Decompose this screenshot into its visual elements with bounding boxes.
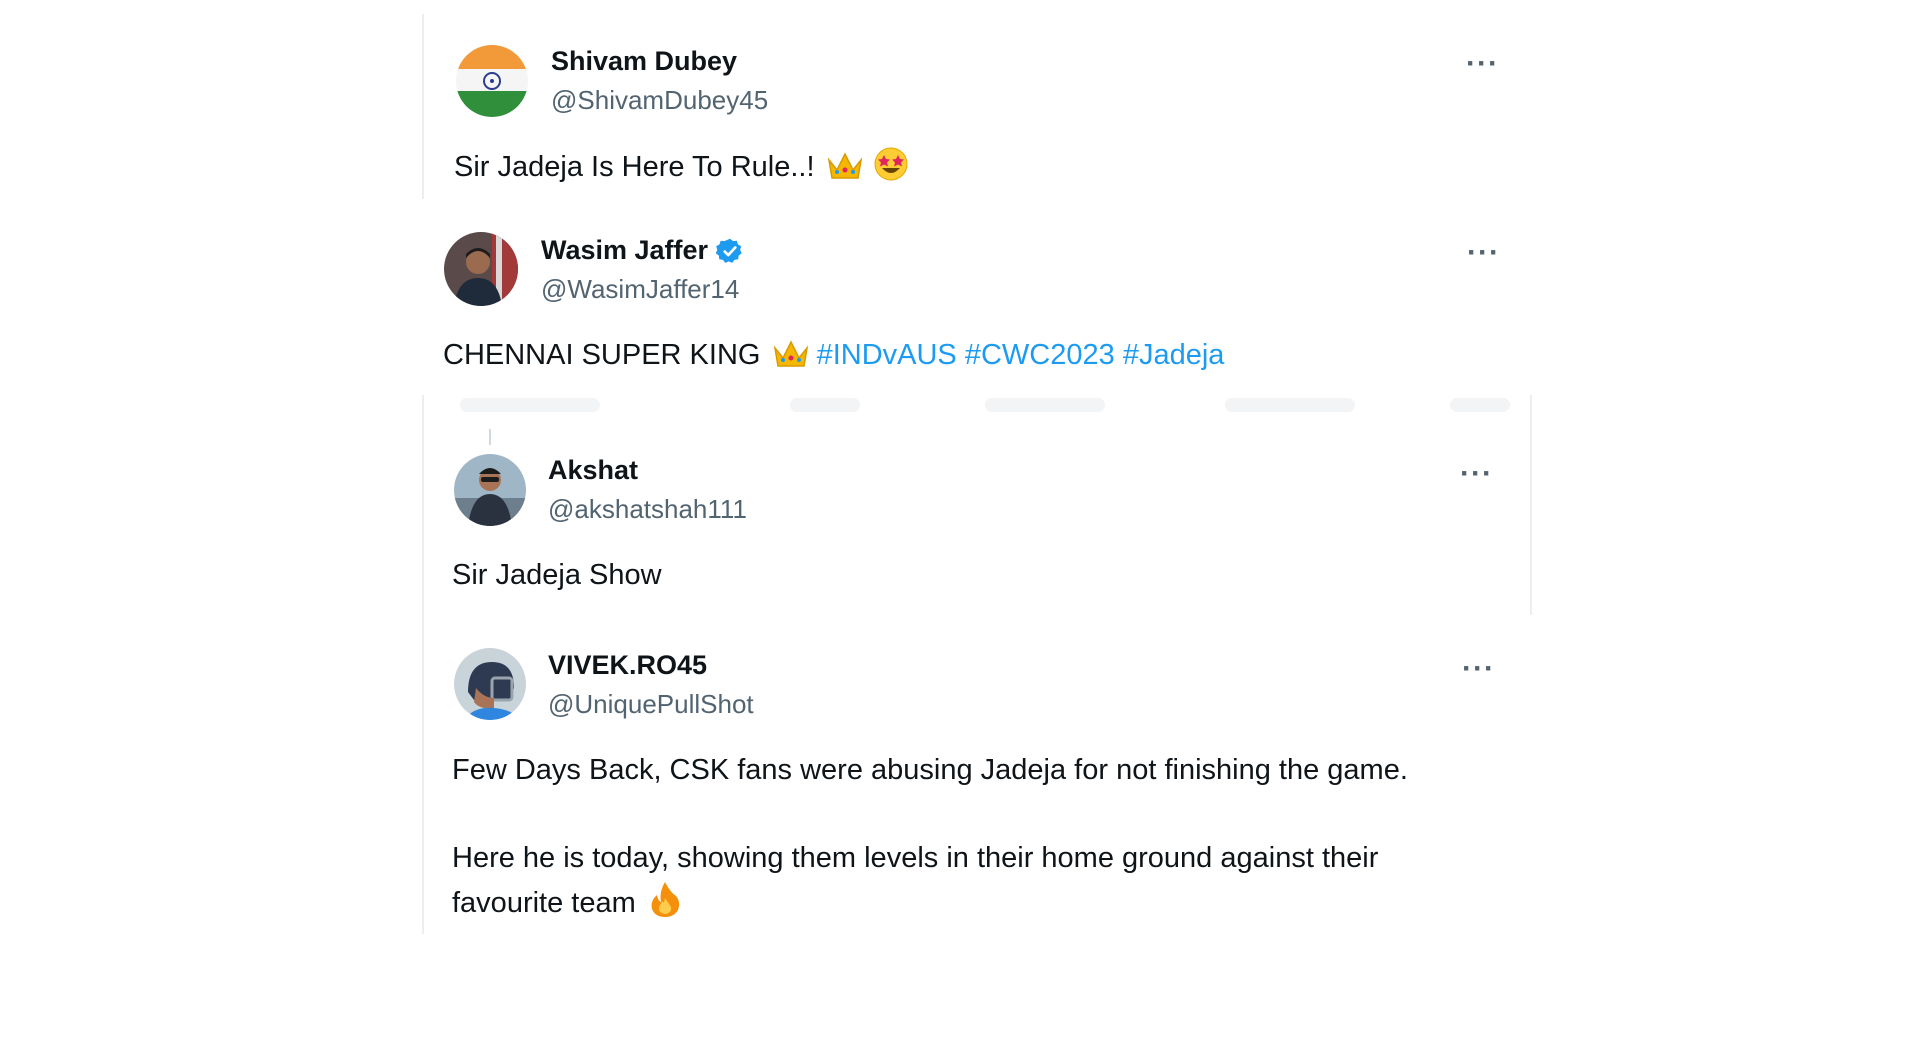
faded-preview-line [985,398,1105,412]
more-options-icon[interactable]: ··· [1466,49,1499,79]
display-name[interactable]: VIVEK.RO45 [548,650,707,681]
tweet-text: Sir Jadeja Is Here To Rule..! [454,146,909,195]
more-options-icon[interactable]: ··· [1467,238,1500,268]
tweet-text-line-2: Here he is today, showing them levels in… [452,842,1379,874]
user-handle[interactable]: @UniquePullShot [548,689,754,720]
tweet-text: CHENNAI SUPER KING #INDvAUS #CWC2023 #Ja… [443,334,1224,383]
thread-line-top [422,14,424,199]
user-handle[interactable]: @WasimJaffer14 [541,274,739,305]
avatar-akshat[interactable] [454,454,526,526]
display-name[interactable]: Akshat [548,455,638,486]
avatar-wasim-jaffer[interactable] [444,232,518,306]
verified-badge-icon [716,237,744,265]
hashtag-link[interactable]: #CWC2023 [965,339,1115,371]
faded-preview-line [790,398,860,412]
star-struck-emoji [873,146,909,195]
thread-line-bottom [422,612,424,934]
faded-preview-line [1450,398,1510,412]
faded-preview-line [1225,398,1355,412]
fire-emoji [648,880,682,931]
user-handle[interactable]: @ShivamDubey45 [551,85,768,116]
more-options-icon[interactable]: ··· [1462,654,1495,684]
reply-connector [489,429,491,445]
tweet-text-line-3: favourite team [452,880,682,931]
faded-preview-line [460,398,600,412]
tweet-text-line-1: Few Days Back, CSK fans were abusing Jad… [452,754,1408,786]
display-name[interactable]: Shivam Dubey [551,46,737,77]
crown-emoji [827,150,863,195]
hashtag-link[interactable]: #INDvAUS [817,339,957,371]
crown-emoji [773,338,809,383]
user-handle[interactable]: @akshatshah111 [548,494,747,525]
avatar-vivek[interactable] [454,648,526,720]
more-options-icon[interactable]: ··· [1460,459,1493,489]
avatar-india-flag[interactable] [456,45,528,117]
display-name[interactable]: Wasim Jaffer [541,235,744,266]
tweet-text: Sir Jadeja Show [452,559,662,591]
hashtag-link[interactable]: #Jadeja [1123,339,1225,371]
